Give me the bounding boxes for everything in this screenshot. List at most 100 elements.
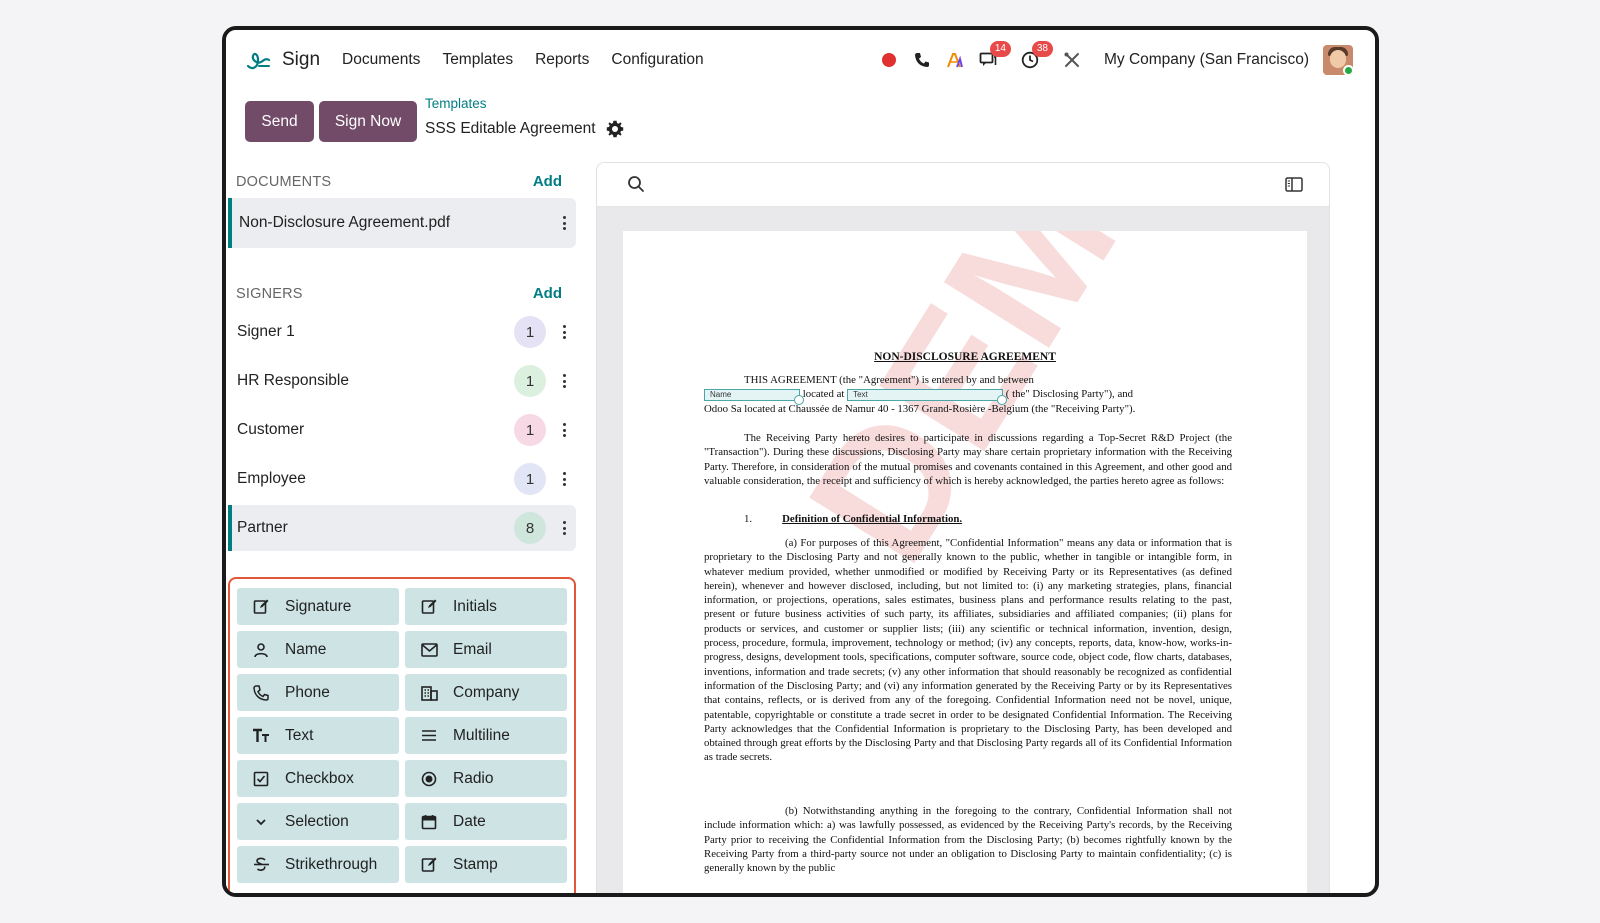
section-number: 1. — [744, 513, 753, 525]
document-item[interactable]: Non-Disclosure Agreement.pdf — [228, 198, 576, 248]
field-type-label: Selection — [285, 812, 349, 830]
paragraph-1: The Receiving Party hereto desires to pa… — [704, 432, 1232, 487]
add-signer-button[interactable]: Add — [533, 285, 562, 302]
field-type-phone-button[interactable]: Phone — [237, 674, 399, 711]
field-type-name-button[interactable]: Name — [237, 631, 399, 668]
field-type-label: Text — [285, 726, 314, 744]
signer-count-badge: 8 — [514, 512, 546, 544]
menu-reports[interactable]: Reports — [535, 51, 589, 69]
field-type-label: Checkbox — [285, 769, 354, 787]
text-field[interactable]: Text — [847, 388, 1008, 405]
field-type-email-button[interactable]: Email — [405, 631, 567, 668]
field-type-multiline-button[interactable]: Multiline — [405, 717, 567, 754]
app-window: Sign Documents Templates Reports Configu… — [222, 26, 1379, 897]
located-at-text: located at — [802, 388, 845, 400]
search-icon[interactable] — [627, 175, 645, 193]
company-switcher[interactable]: My Company (San Francisco) — [1104, 51, 1309, 69]
sidebar-toggle-icon[interactable] — [1285, 177, 1303, 192]
menu-templates[interactable]: Templates — [442, 51, 513, 69]
top-navbar: Sign Documents Templates Reports Configu… — [226, 30, 1375, 90]
gear-icon[interactable] — [606, 120, 624, 138]
signer-name: Customer — [237, 421, 305, 438]
field-type-strikethrough-button[interactable]: Strikethrough — [237, 846, 399, 883]
field-type-text-button[interactable]: Text — [237, 717, 399, 754]
field-type-checkbox-button[interactable]: Checkbox — [237, 760, 399, 797]
clock-icon[interactable]: 38 — [1020, 41, 1053, 70]
field-type-label: Date — [453, 812, 486, 830]
field-type-initials-button[interactable]: Initials — [405, 588, 567, 625]
add-document-button[interactable]: Add — [533, 173, 562, 190]
online-status-icon — [1343, 65, 1353, 75]
field-type-stamp-button[interactable]: Stamp — [405, 846, 567, 883]
phone-icon — [251, 683, 271, 703]
menu-documents[interactable]: Documents — [342, 51, 420, 69]
record-icon[interactable] — [879, 50, 899, 70]
disclosing-party-text: ( the" Disclosing Party"), and — [1005, 388, 1134, 400]
kebab-menu-icon[interactable] — [562, 423, 566, 437]
field-type-label: Name — [285, 640, 327, 658]
signer-item[interactable]: Employee 1 — [228, 456, 576, 502]
tools-icon[interactable] — [1062, 50, 1082, 70]
signer-item[interactable]: Signer 1 1 — [228, 309, 576, 355]
kebab-menu-icon[interactable] — [562, 374, 566, 388]
ai-icon[interactable] — [945, 50, 965, 70]
signer-item-selected[interactable]: Partner 8 — [228, 505, 576, 551]
intro-line-2: Name located at Text ( the" Disclosing P… — [704, 387, 1232, 405]
text-icon — [251, 726, 271, 746]
left-panel: DOCUMENTS Add Non-Disclosure Agreement.p… — [226, 160, 586, 893]
documents-header: DOCUMENTS — [236, 174, 332, 190]
sign-now-button[interactable]: Sign Now — [319, 101, 417, 142]
messages-icon[interactable]: 14 — [978, 41, 1011, 70]
signer-name: HR Responsible — [237, 372, 349, 389]
menu-configuration[interactable]: Configuration — [611, 51, 703, 69]
lines-icon — [419, 726, 439, 746]
sign-logo-icon[interactable] — [244, 46, 272, 74]
kebab-menu-icon[interactable] — [562, 472, 566, 486]
edit-icon — [419, 855, 439, 875]
chevron-down-icon — [251, 812, 271, 832]
signer-item[interactable]: Customer 1 — [228, 407, 576, 453]
kebab-menu-icon[interactable] — [562, 521, 566, 535]
field-type-selection-button[interactable]: Selection — [237, 803, 399, 840]
signers-header: SIGNERS — [236, 286, 303, 302]
activity-badge: 38 — [1031, 41, 1053, 57]
document-page[interactable]: DEMO NON-DISCLOSURE AGREEMENT THIS AGREE… — [623, 231, 1307, 893]
send-button[interactable]: Send — [245, 101, 314, 142]
field-type-radio-button[interactable]: Radio — [405, 760, 567, 797]
systray: 14 38 My Company (San Francisco) — [866, 30, 1353, 90]
user-avatar[interactable] — [1323, 45, 1353, 75]
radio-icon — [419, 769, 439, 789]
field-type-label: Signature — [285, 597, 352, 615]
section-title: Definition of Confidential Information. — [782, 513, 963, 525]
signer-count-badge: 1 — [514, 365, 546, 397]
intro-line-1: THIS AGREEMENT (the "Agreement") is ente… — [744, 374, 1034, 386]
kebab-menu-icon[interactable] — [562, 216, 566, 230]
kebab-menu-icon[interactable] — [562, 325, 566, 339]
checkbox-icon — [251, 769, 271, 789]
building-icon — [419, 683, 439, 703]
page-title: SSS Editable Agreement — [425, 120, 596, 137]
field-type-label: Multiline — [453, 726, 510, 744]
signer-item[interactable]: HR Responsible 1 — [228, 358, 576, 404]
messages-badge: 14 — [989, 41, 1011, 57]
paragraph-b: (b) Notwithstanding anything in the fore… — [704, 805, 1232, 875]
field-type-date-button[interactable]: Date — [405, 803, 567, 840]
field-type-signature-button[interactable]: Signature — [237, 588, 399, 625]
control-panel: Send Sign Now Templates SSS Editable Agr… — [226, 90, 1375, 160]
field-types-panel: Signature Initials Name Email Phone Company Te… — [228, 577, 576, 893]
field-type-label: Radio — [453, 769, 494, 787]
app-name[interactable]: Sign — [282, 49, 320, 71]
viewer-toolbar — [597, 163, 1329, 207]
signer-count-badge: 1 — [514, 463, 546, 495]
avatar-face — [1330, 50, 1346, 68]
breadcrumb-templates[interactable]: Templates — [425, 96, 487, 111]
signer-count-badge: 1 — [514, 316, 546, 348]
phone-icon[interactable] — [912, 50, 932, 70]
user-icon — [251, 640, 271, 660]
field-type-label: Stamp — [453, 855, 498, 873]
pdf-viewer: DEMO NON-DISCLOSURE AGREEMENT THIS AGREE… — [596, 162, 1330, 893]
signer-name: Signer 1 — [237, 323, 295, 340]
field-type-company-button[interactable]: Company — [405, 674, 567, 711]
paragraph-a: (a) For purposes of this Agreement, "Con… — [704, 537, 1232, 764]
name-field[interactable]: Name — [704, 388, 804, 405]
